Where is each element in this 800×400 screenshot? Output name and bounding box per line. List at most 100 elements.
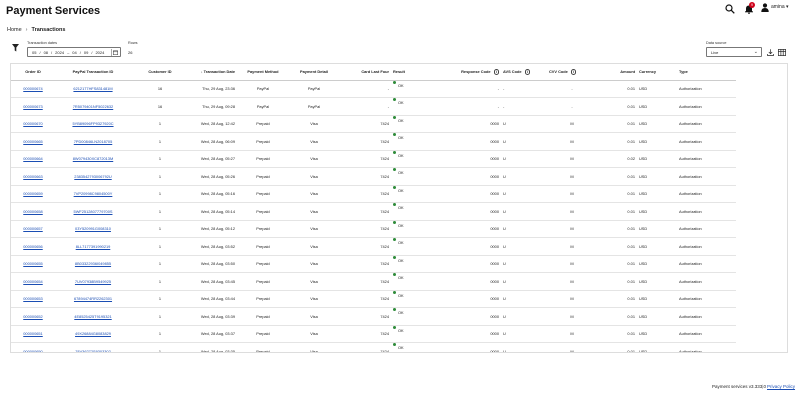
cell-paypal-transaction-id[interactable]: 6212177HFS831481M: [55, 80, 131, 98]
cell-paypal-transaction-id[interactable]: 7PD00846LN2018705: [55, 132, 131, 151]
table-row[interactable]: 000000652 4E8525425T9195321 1 Wed, 28 Aug, …: [11, 307, 736, 326]
cell-paypal-transaction-id[interactable]: 7R5079401NF5022632: [55, 97, 131, 116]
breadcrumb-home[interactable]: Home: [7, 27, 22, 33]
cell-order-id[interactable]: 000000651: [11, 325, 55, 343]
cell-paypal-transaction-id[interactable]: 67894474RR2262301: [55, 290, 131, 308]
col-header-response-code[interactable]: Response Code i: [449, 64, 501, 81]
cell-paypal-transaction-id[interactable]: 4E8525425T9195321: [55, 307, 131, 326]
cell-customer-id: 1: [131, 202, 189, 221]
table-row[interactable]: 000000654 7UV07938B9549925 1 Wed, 28 Aug, 0…: [11, 272, 736, 291]
cell-order-id[interactable]: 000000652: [11, 307, 55, 326]
calendar-icon[interactable]: [111, 49, 119, 56]
cell-paypal-transaction-id[interactable]: 8B03322936I049855: [55, 255, 131, 273]
cell-amount: 0.01: [597, 342, 637, 352]
cell-paypal-transaction-id[interactable]: 49X26884G8083829: [55, 325, 131, 343]
col-header-avs-code[interactable]: AVS Code i: [501, 64, 547, 81]
cell-order-id[interactable]: 000000670: [11, 115, 55, 133]
col-header-result[interactable]: Result: [391, 64, 449, 81]
table-row[interactable]: 000000650 78V36272S9303302 1 Wed, 28 Aug, 0…: [11, 342, 736, 352]
cell-currency: USD: [637, 80, 677, 98]
cell-order-id[interactable]: 000000674: [11, 80, 55, 98]
cell-paypal-transaction-id[interactable]: 78V36272S9303302: [55, 342, 131, 352]
date-to-day[interactable]: 09: [84, 50, 88, 55]
columns-icon[interactable]: [778, 49, 786, 56]
table-row[interactable]: 000000674 6212177HFS831481M 16 Thu, 29 Aug,…: [11, 80, 736, 98]
search-icon[interactable]: [725, 4, 735, 14]
cell-paypal-transaction-id[interactable]: 03Y520991G008310: [55, 220, 131, 238]
info-icon[interactable]: i: [493, 69, 499, 75]
col-header-card-last-four[interactable]: Card Last Four: [339, 64, 391, 81]
table-row[interactable]: 000000658 5WF2512807779700S 1 Wed, 28 Aug, …: [11, 202, 736, 221]
privacy-policy-link[interactable]: Privacy Policy: [767, 384, 795, 389]
user-icon[interactable]: [761, 3, 769, 12]
cell-order-id[interactable]: 000000650: [11, 342, 55, 352]
cell-paypal-transaction-id[interactable]: 5YB89096FP9327920C: [55, 115, 131, 133]
table-row[interactable]: 000000656 8LL7177391990219 1 Wed, 28 Aug, 0…: [11, 237, 736, 256]
cell-cvv-code: M: [547, 132, 597, 151]
cell-payment-method: Prepaid: [237, 342, 289, 352]
cell-order-id[interactable]: 000000665: [11, 132, 55, 151]
info-icon[interactable]: i: [570, 69, 577, 75]
cell-paypal-transaction-id[interactable]: 5WF2512807779700S: [55, 202, 131, 221]
cell-order-id[interactable]: 000000663: [11, 167, 55, 186]
table-row[interactable]: 000000657 03Y520991G008310 1 Wed, 28 Aug, 0…: [11, 220, 736, 238]
date-from-year[interactable]: 2024: [55, 50, 64, 55]
rows-value: 26: [128, 50, 133, 55]
cell-type: Authorization: [677, 202, 736, 221]
cell-payment-method: Prepaid: [237, 185, 289, 203]
col-header-payment-method[interactable]: Payment Method: [237, 64, 289, 81]
col-header-paypal-transaction-id[interactable]: PayPal Transaction ID: [55, 64, 131, 81]
col-header-currency[interactable]: Currency: [637, 64, 677, 81]
cell-order-id[interactable]: 000000654: [11, 272, 55, 291]
filter-icon[interactable]: [12, 44, 19, 52]
download-icon[interactable]: [767, 49, 774, 56]
cell-transaction-date: Wed, 28 Aug, 06:09: [189, 132, 237, 151]
result-text: OK: [398, 152, 404, 158]
cell-order-id[interactable]: 000000657: [11, 220, 55, 238]
chevron-down-icon[interactable]: ▾: [786, 4, 789, 10]
table-row[interactable]: 000000653 67894474RR2262301 1 Wed, 28 Aug, …: [11, 290, 736, 308]
table-row[interactable]: 000000665 7PD00846LN2018705 1 Wed, 28 Aug, …: [11, 132, 736, 151]
table-row[interactable]: 000000663 2383542793006792U 1 Wed, 28 Aug, …: [11, 167, 736, 186]
cell-paypal-transaction-id[interactable]: 8W079430XC872013M: [55, 150, 131, 168]
table-row[interactable]: 000000673 7R5079401NF5022632 16 Thu, 29 Aug…: [11, 97, 736, 116]
table-row[interactable]: 000000655 8B03322936I049855 1 Wed, 28 Aug, …: [11, 255, 736, 273]
data-source-select[interactable]: Live ⌄: [706, 47, 762, 57]
cell-paypal-transaction-id[interactable]: 2383542793006792U: [55, 167, 131, 186]
date-to-year[interactable]: 2024: [95, 50, 104, 55]
cell-order-id[interactable]: 000000659: [11, 185, 55, 203]
cell-currency: USD: [637, 272, 677, 291]
info-icon[interactable]: i: [524, 69, 531, 75]
cell-cvv-code: M: [547, 290, 597, 308]
table-row[interactable]: 000000651 49X26884G8083829 1 Wed, 28 Aug, 0…: [11, 325, 736, 343]
cell-order-id[interactable]: 000000664: [11, 150, 55, 168]
cell-cvv-code: M: [547, 255, 597, 273]
cell-paypal-transaction-id[interactable]: 8LL7177391990219: [55, 237, 131, 256]
cell-order-id[interactable]: 000000673: [11, 97, 55, 116]
col-header-type[interactable]: Type: [677, 64, 736, 81]
date-from-day[interactable]: 08: [44, 50, 48, 55]
col-header-transaction-date[interactable]: ↓Transaction Date: [189, 64, 237, 81]
date-to-month[interactable]: 04: [72, 50, 76, 55]
cell-order-id[interactable]: 000000658: [11, 202, 55, 221]
cell-type: Authorization: [677, 237, 736, 256]
date-from-month[interactable]: 05: [32, 50, 36, 55]
cell-cvv-code: M: [547, 167, 597, 186]
user-name[interactable]: amina: [771, 4, 785, 10]
cell-order-id[interactable]: 000000655: [11, 255, 55, 273]
col-header-cvv-code[interactable]: CVV Code i: [547, 64, 597, 81]
transaction-dates-field[interactable]: 05/ 08/ 2024 – 04/ 09/ 2024: [27, 47, 121, 57]
cell-paypal-transaction-id[interactable]: 7UV07938B9549925: [55, 272, 131, 291]
col-header-order-id[interactable]: Order ID: [11, 64, 55, 81]
col-header-amount[interactable]: Amount: [597, 64, 637, 81]
cell-order-id[interactable]: 000000653: [11, 290, 55, 308]
cell-order-id[interactable]: 000000656: [11, 237, 55, 256]
table-row[interactable]: 000000664 8W079430XC872013M 1 Wed, 28 Aug, …: [11, 150, 736, 168]
cell-type: Authorization: [677, 342, 736, 352]
col-header-payment-detail[interactable]: Payment Detail: [289, 64, 339, 81]
col-header-customer-id[interactable]: Customer ID: [131, 64, 189, 81]
table-row[interactable]: 000000670 5YB89096FP9327920C 1 Wed, 28 Aug,…: [11, 115, 736, 133]
transactions-table[interactable]: Order ID PayPal Transaction ID Customer …: [10, 63, 788, 353]
table-row[interactable]: 000000659 7VP20998C9804500Y 1 Wed, 28 Aug, …: [11, 185, 736, 203]
cell-paypal-transaction-id[interactable]: 7VP20998C9804500Y: [55, 185, 131, 203]
